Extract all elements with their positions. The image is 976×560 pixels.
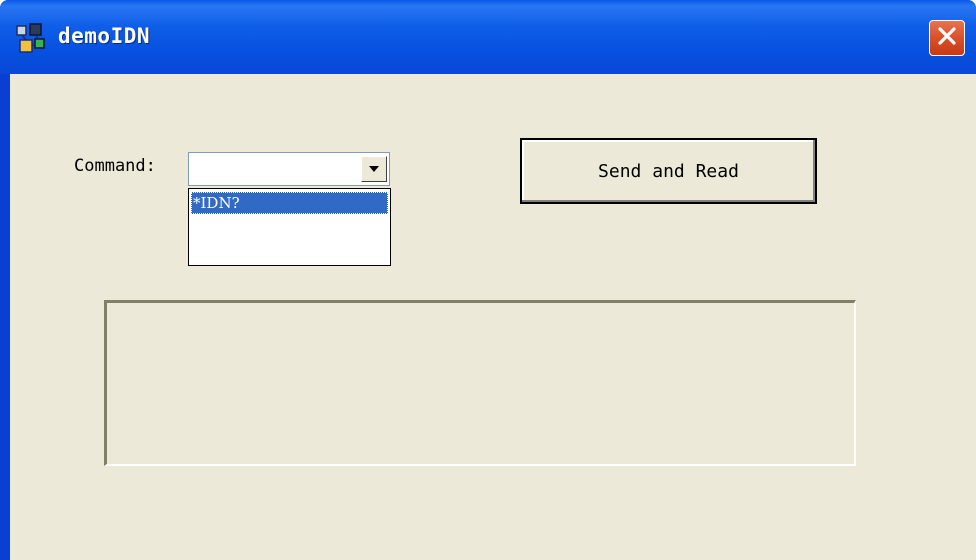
- send-and-read-button[interactable]: Send and Read: [520, 138, 817, 204]
- command-label: Command:: [74, 156, 156, 176]
- close-button[interactable]: [929, 20, 965, 56]
- close-icon: [936, 25, 958, 52]
- dropdown-button[interactable]: [361, 156, 387, 182]
- chevron-down-icon: [368, 160, 380, 178]
- client-area: Command: *IDN? Send and Read: [10, 74, 976, 560]
- app-window: demoIDN Command: *IDN? Send and Read: [0, 0, 976, 560]
- command-combobox[interactable]: [188, 152, 390, 186]
- window-title: demoIDN: [58, 24, 151, 48]
- app-icon: [14, 22, 48, 56]
- command-dropdown-list[interactable]: *IDN?: [188, 188, 391, 266]
- dropdown-option[interactable]: *IDN?: [191, 192, 388, 214]
- output-display: [104, 300, 856, 466]
- title-bar[interactable]: demoIDN: [0, 0, 976, 74]
